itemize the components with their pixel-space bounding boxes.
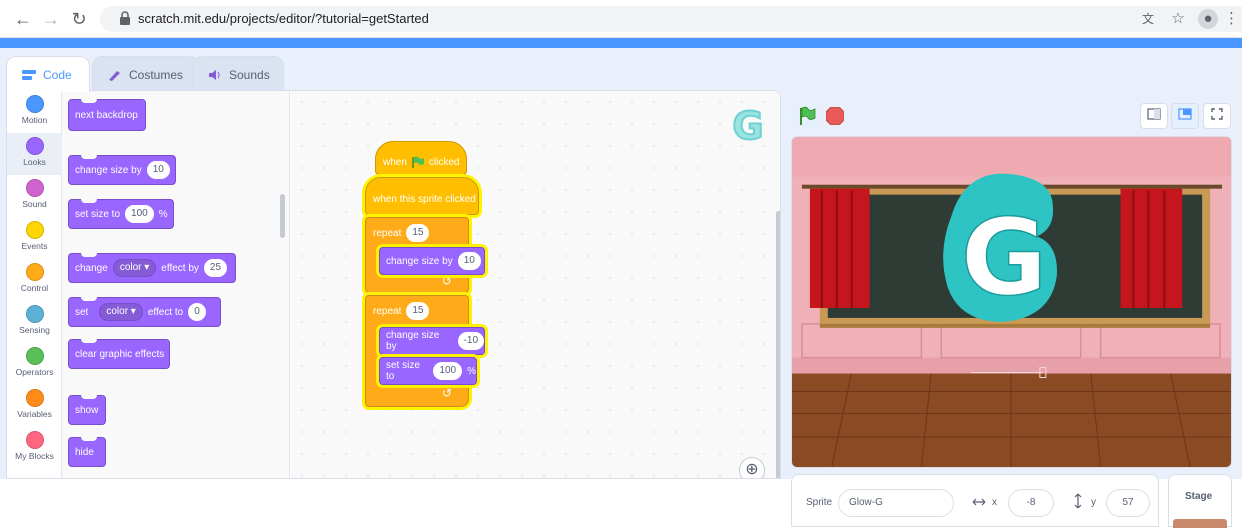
back-icon[interactable]: ← — [12, 8, 34, 30]
sprite-name-field[interactable]: Glow-G — [838, 489, 954, 517]
tab-code[interactable]: Code — [6, 56, 90, 92]
code-blocks-icon — [22, 69, 36, 80]
brush-icon — [109, 70, 120, 81]
stage-label: Stage — [1185, 491, 1213, 502]
block-set-effect-to[interactable]: set color ▾ effect to 0 — [68, 297, 221, 327]
sensing-dot-icon — [25, 305, 44, 323]
svg-text:G: G — [961, 196, 1048, 319]
script-area[interactable]: G when clicked when this sprite clicked … — [291, 91, 780, 478]
forward-icon[interactable]: → — [40, 8, 62, 30]
stop-button[interactable] — [826, 107, 844, 125]
change-size-1-input[interactable]: 10 — [457, 252, 481, 270]
category-motion[interactable]: Motion — [7, 91, 62, 133]
repeat-1-count-input[interactable]: 15 — [406, 224, 430, 242]
sprite-thumbnail: G — [731, 103, 764, 147]
scratch-menu-bar — [0, 38, 1242, 48]
category-sound[interactable]: Sound — [7, 175, 62, 217]
svg-text:G: G — [732, 104, 763, 147]
block-when-flag-clicked[interactable]: when clicked — [375, 141, 467, 175]
tab-code-label: Code — [43, 67, 72, 82]
profile-avatar-icon[interactable]: ● — [1198, 9, 1218, 29]
tab-sounds[interactable]: Sounds — [192, 56, 284, 92]
category-operators[interactable]: Operators — [7, 343, 62, 385]
set-effect-dropdown[interactable]: color ▾ — [99, 303, 143, 321]
category-variables[interactable]: Variables — [7, 385, 62, 427]
sprite-glow-g[interactable]: G — [943, 173, 1057, 322]
menu-kebab-icon[interactable]: ⋮ — [1224, 9, 1239, 29]
repeat-2-count-input[interactable]: 15 — [406, 302, 430, 320]
tab-costumes[interactable]: Costumes — [92, 56, 200, 92]
category-events[interactable]: Events — [7, 217, 62, 259]
block-palette: next backdrop change size by 10 set size… — [62, 91, 290, 478]
script-scrollbar[interactable] — [776, 211, 780, 478]
block-show[interactable]: show — [68, 395, 106, 425]
category-sensing[interactable]: Sensing — [7, 301, 62, 343]
stage-thumbnail — [1173, 519, 1227, 528]
y-label: y — [1091, 497, 1096, 508]
tab-costumes-label: Costumes — [129, 67, 184, 82]
sprite-label: Sprite — [806, 497, 833, 508]
x-label: x — [992, 497, 997, 508]
browser-toolbar: ← → ↻ scratch.mit.edu/projects/editor/?t… — [0, 0, 1242, 38]
code-pane: Motion Looks Sound Events Control Sensin… — [6, 90, 781, 479]
control-dot-icon — [25, 263, 44, 281]
y-arrow-icon — [1074, 493, 1082, 509]
category-control[interactable]: Control — [7, 259, 62, 301]
my-blocks-dot-icon — [25, 431, 44, 449]
operators-dot-icon — [25, 347, 44, 365]
events-dot-icon — [25, 221, 44, 239]
scratch-editor: Costumes Sounds Code Motion Looks Sound — [0, 48, 1242, 528]
sound-dot-icon — [25, 179, 44, 197]
x-arrow-icon — [972, 498, 986, 506]
effect-dropdown[interactable]: color ▾ — [112, 259, 157, 277]
url-text[interactable]: scratch.mit.edu/projects/editor/?tutoria… — [138, 11, 429, 26]
green-flag-button[interactable] — [796, 105, 818, 127]
y-position-field[interactable]: 57 — [1106, 489, 1150, 517]
fullscreen-icon — [1211, 108, 1223, 120]
loop-arrow-icon: ↺ — [442, 274, 453, 288]
set-size-input[interactable]: 100 — [125, 205, 154, 223]
translate-icon[interactable]: 文 — [1138, 9, 1158, 29]
reload-icon[interactable]: ↻ — [68, 8, 90, 30]
effect-to-input[interactable]: 0 — [188, 303, 206, 321]
stage-canvas[interactable]: G — [791, 136, 1232, 468]
block-clear-graphic-effects[interactable]: clear graphic effects — [68, 339, 170, 369]
change-size-2-input[interactable]: -10 — [457, 332, 484, 350]
x-position-field[interactable]: -8 — [1008, 489, 1054, 517]
zoom-in-button[interactable]: ⊕ — [739, 457, 765, 478]
looks-dot-icon — [25, 137, 44, 155]
large-stage-button[interactable] — [1171, 103, 1199, 129]
block-next-backdrop[interactable]: next backdrop — [68, 99, 146, 131]
bookmark-star-icon[interactable]: ☆ — [1168, 9, 1188, 29]
category-my-blocks[interactable]: My Blocks — [7, 427, 62, 469]
block-change-effect-by[interactable]: change color ▾ effect by 25 — [68, 253, 236, 283]
loop-arrow-icon: ↺ — [442, 386, 453, 400]
effect-by-input[interactable]: 25 — [203, 259, 228, 277]
block-when-sprite-clicked[interactable]: when this sprite clicked — [365, 177, 479, 215]
lock-icon — [120, 11, 130, 25]
change-size-input[interactable]: 10 — [146, 161, 170, 179]
block-change-size-neg10[interactable]: change size by -10 — [379, 327, 485, 355]
small-stage-icon — [1147, 108, 1161, 120]
tab-sounds-label: Sounds — [229, 67, 270, 82]
small-stage-button[interactable] — [1140, 103, 1168, 129]
category-menu: Motion Looks Sound Events Control Sensin… — [7, 91, 62, 478]
set-size-script-input[interactable]: 100 — [433, 362, 463, 380]
fullscreen-button[interactable] — [1203, 103, 1231, 129]
block-hide[interactable]: hide — [68, 437, 106, 467]
block-change-size-10[interactable]: change size by 10 — [379, 247, 485, 275]
variables-dot-icon — [25, 389, 44, 407]
green-flag-icon — [412, 156, 424, 168]
sprite-info-panel: Sprite Glow-G x -8 y 57 — [791, 474, 1159, 527]
speaker-icon — [209, 69, 220, 80]
motion-dot-icon — [25, 95, 44, 113]
block-change-size-by[interactable]: change size by 10 — [68, 155, 176, 185]
stage-selector[interactable]: Stage — [1168, 474, 1232, 528]
palette-scrollbar[interactable] — [280, 194, 285, 238]
block-set-size-to[interactable]: set size to 100 % — [68, 199, 174, 229]
block-set-size-100[interactable]: set size to 100 % — [379, 357, 477, 385]
category-looks[interactable]: Looks — [7, 133, 62, 175]
large-stage-icon — [1178, 108, 1192, 120]
